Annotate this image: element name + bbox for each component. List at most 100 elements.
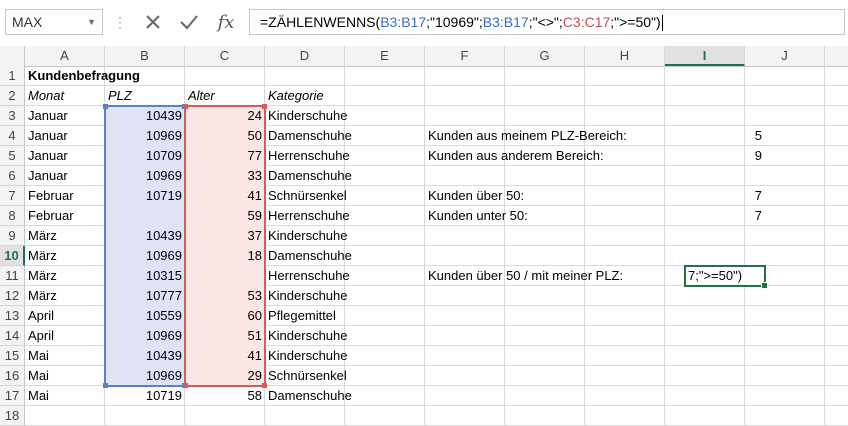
cell-kategorie[interactable]: Herrenschuhe	[265, 266, 350, 286]
summary-value[interactable]: 7	[685, 186, 765, 206]
chevron-down-icon[interactable]: ▼	[87, 10, 96, 34]
header-monat[interactable]: Monat	[25, 86, 105, 106]
column-header[interactable]: C	[185, 46, 265, 66]
cell-alter[interactable]: 77	[185, 146, 265, 166]
cell-monat[interactable]: April	[25, 306, 105, 326]
cell-alter[interactable]: 59	[185, 206, 265, 226]
cell-grid[interactable]: Kundenbefragung Monat PLZ Alter Kategori…	[25, 66, 848, 426]
cell-monat[interactable]: Februar	[25, 186, 105, 206]
column-header[interactable]: A	[25, 46, 105, 66]
row-header[interactable]: 6	[0, 166, 25, 186]
cell-kategorie[interactable]: Kinderschuhe	[265, 226, 348, 246]
cell-kategorie[interactable]: Pflegemittel	[265, 306, 345, 326]
cell-alter[interactable]: 51	[185, 326, 265, 346]
summary-value[interactable]: 9	[685, 146, 765, 166]
cell-plz[interactable]: 10439	[105, 106, 185, 126]
cell-alter[interactable]: 53	[185, 286, 265, 306]
cell-plz[interactable]	[105, 206, 185, 226]
header-kategorie[interactable]: Kategorie	[265, 86, 345, 106]
cell-plz[interactable]: 10969	[105, 366, 185, 386]
cell-plz[interactable]: 10969	[105, 166, 185, 186]
cell-kategorie[interactable]: Herrenschuhe	[265, 146, 350, 166]
cell-monat[interactable]: Januar	[25, 106, 105, 126]
row-header[interactable]: 16	[0, 366, 25, 386]
cell-plz[interactable]: 10315	[105, 266, 185, 286]
column-header[interactable]: E	[345, 46, 425, 66]
cell-kategorie[interactable]: Damenschuhe	[265, 246, 352, 266]
cell-monat[interactable]: März	[25, 226, 105, 246]
cell-plz[interactable]: 10969	[105, 126, 185, 146]
row-header[interactable]: 18	[0, 406, 25, 426]
summary-label[interactable]: Kunden aus anderem Bereich:	[425, 146, 665, 166]
cancel-button[interactable]	[138, 9, 168, 35]
cell-kategorie[interactable]: Damenschuhe	[265, 166, 352, 186]
summary-label[interactable]: Kunden über 50:	[425, 186, 665, 206]
column-header[interactable]: F	[425, 46, 505, 66]
cell-plz[interactable]: 10969	[105, 326, 185, 346]
cell-monat[interactable]: März	[25, 266, 105, 286]
cell-plz[interactable]: 10439	[105, 226, 185, 246]
formula-bar-grip[interactable]: ⋮	[113, 13, 127, 31]
column-header[interactable]: B	[105, 46, 185, 66]
row-header[interactable]: 5	[0, 146, 25, 166]
cell-alter[interactable]: 37	[185, 226, 265, 246]
row-header[interactable]: 4	[0, 126, 25, 146]
row-header-active[interactable]: 10	[0, 246, 25, 266]
cell-plz[interactable]: 10439	[105, 346, 185, 366]
cell-alter[interactable]: 33	[185, 166, 265, 186]
name-box[interactable]: MAX ▼	[5, 9, 103, 35]
summary-label[interactable]: Kunden über 50 / mit meiner PLZ:	[425, 266, 665, 286]
cell-kategorie[interactable]: Damenschuhe	[265, 386, 352, 406]
row-header[interactable]: 17	[0, 386, 25, 406]
row-header[interactable]: 15	[0, 346, 25, 366]
summary-label[interactable]: Kunden unter 50:	[425, 206, 665, 226]
cell-alter[interactable]: 50	[185, 126, 265, 146]
cell-kategorie[interactable]: Kinderschuhe	[265, 346, 348, 366]
cell-kategorie[interactable]: Kinderschuhe	[265, 326, 348, 346]
cell-alter[interactable]: 29	[185, 366, 265, 386]
cell-alter[interactable]: 60	[185, 306, 265, 326]
column-header[interactable]: D	[265, 46, 345, 66]
fill-handle[interactable]	[761, 282, 768, 289]
cell-alter[interactable]: 58	[185, 386, 265, 406]
active-cell-editor[interactable]: 7;">=50")	[684, 265, 768, 289]
select-all-corner[interactable]	[0, 46, 25, 66]
column-header[interactable]: G	[505, 46, 585, 66]
row-header[interactable]: 2	[0, 86, 25, 106]
cell-monat[interactable]: April	[25, 326, 105, 346]
summary-label[interactable]: Kunden aus meinem PLZ-Bereich:	[425, 126, 665, 146]
cell-alter[interactable]	[185, 266, 265, 286]
cell-plz[interactable]: 10969	[105, 246, 185, 266]
cell-plz[interactable]: 10559	[105, 306, 185, 326]
row-header[interactable]: 7	[0, 186, 25, 206]
cell-kategorie[interactable]: Kinderschuhe	[265, 286, 348, 306]
cell-kategorie[interactable]: Damenschuhe	[265, 126, 352, 146]
cell-monat[interactable]: Januar	[25, 166, 105, 186]
row-header[interactable]: 11	[0, 266, 25, 286]
row-header[interactable]: 12	[0, 286, 25, 306]
column-header-active[interactable]: I	[665, 46, 745, 66]
cell-alter[interactable]: 41	[185, 346, 265, 366]
row-header[interactable]: 9	[0, 226, 25, 246]
cell-plz[interactable]: 10709	[105, 146, 185, 166]
cell-monat[interactable]: Februar	[25, 206, 105, 226]
row-header[interactable]: 1	[0, 66, 25, 86]
cell-alter[interactable]: 41	[185, 186, 265, 206]
sheet-title-cell[interactable]: Kundenbefragung	[25, 66, 185, 86]
summary-value[interactable]: 5	[685, 126, 765, 146]
row-header[interactable]: 8	[0, 206, 25, 226]
row-header[interactable]: 3	[0, 106, 25, 126]
cell-kategorie[interactable]: Schnürsenkel	[265, 366, 347, 386]
cell-monat[interactable]: März	[25, 246, 105, 266]
cell-monat[interactable]: März	[25, 286, 105, 306]
cell-monat[interactable]: Mai	[25, 366, 105, 386]
column-header[interactable]: J	[745, 46, 825, 66]
cell-kategorie[interactable]: Schnürsenkel	[265, 186, 347, 206]
formula-input[interactable]: =ZÄHLENWENNS(B3:B17;"10969";B3:B17;"<>";…	[249, 9, 845, 35]
cell-plz[interactable]: 10719	[105, 186, 185, 206]
cell-kategorie[interactable]: Herrenschuhe	[265, 206, 350, 226]
summary-value[interactable]: 7	[685, 206, 765, 226]
column-header[interactable]: H	[585, 46, 665, 66]
row-header[interactable]: 13	[0, 306, 25, 326]
cell-monat[interactable]: Mai	[25, 386, 105, 406]
